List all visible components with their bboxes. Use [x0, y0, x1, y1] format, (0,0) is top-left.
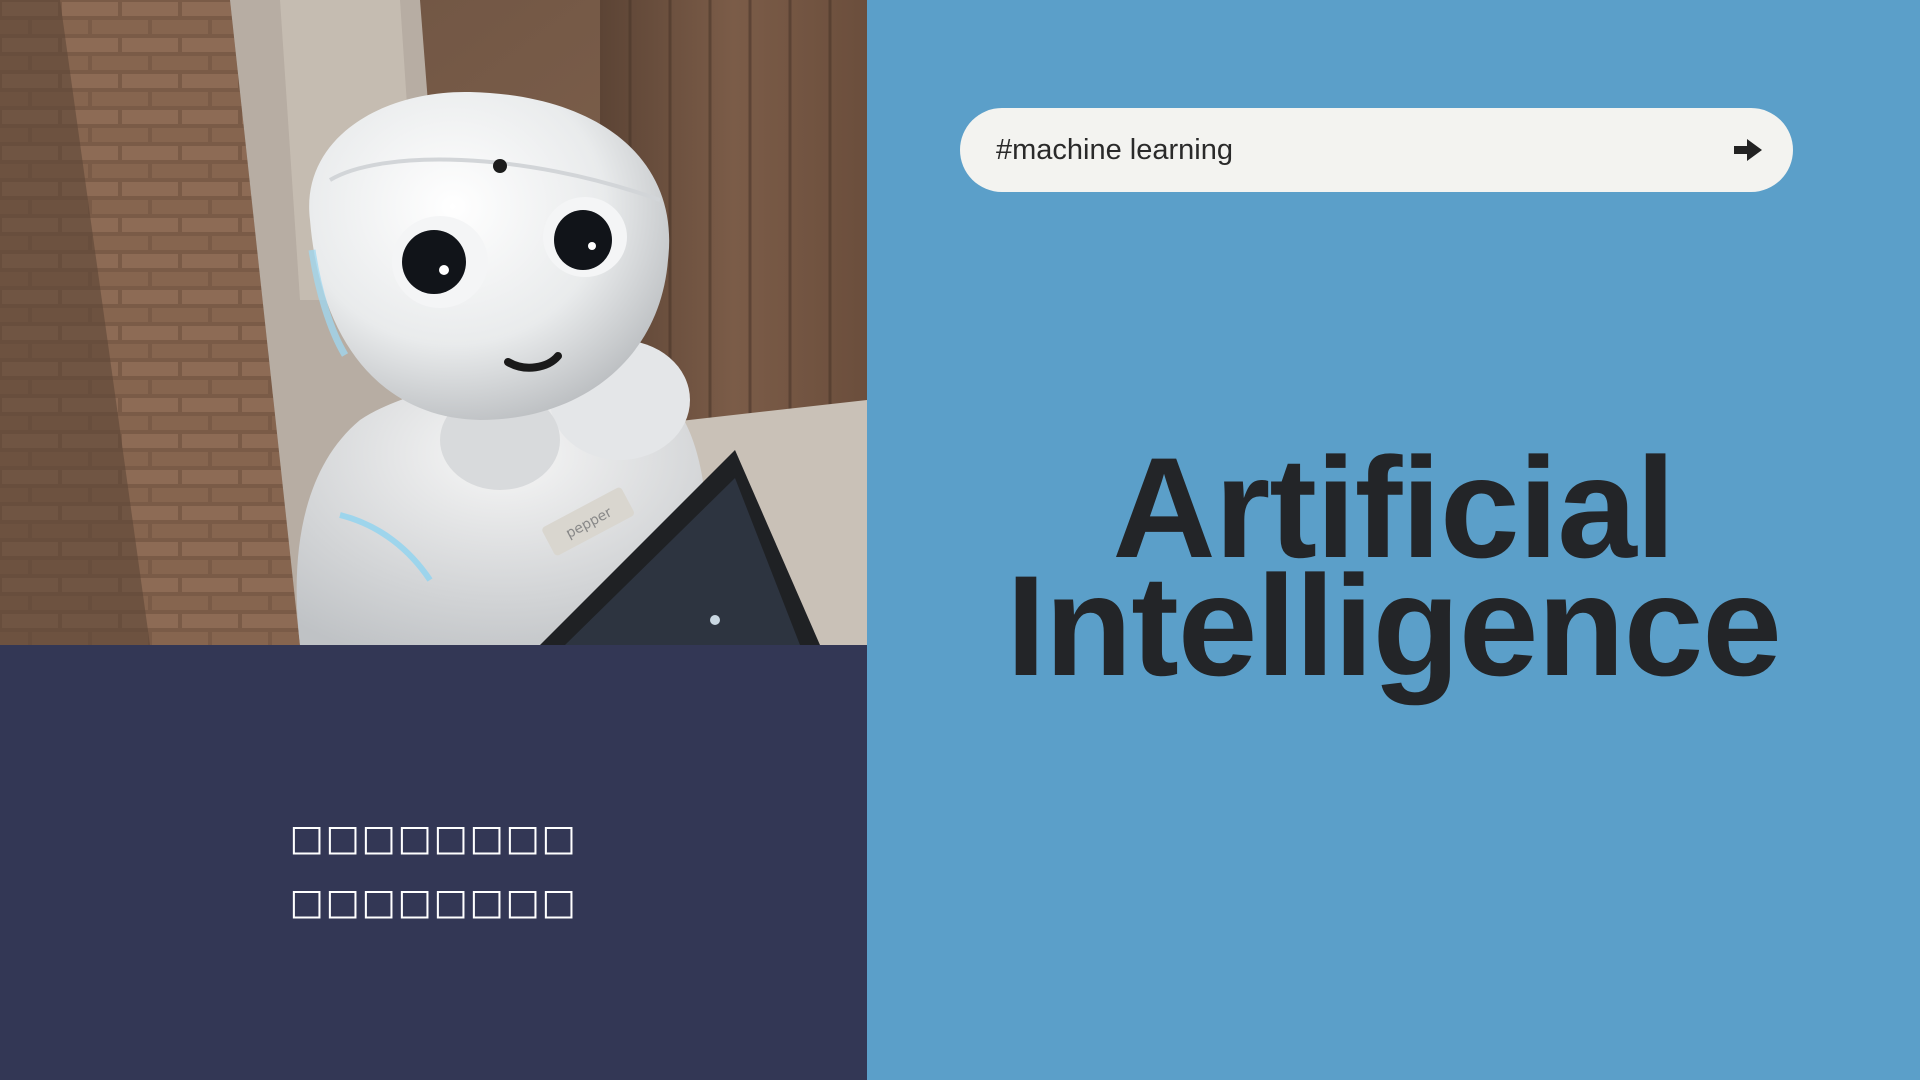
robot-photo: pepper [0, 0, 867, 645]
headline-line-2: Intelligence [1006, 547, 1782, 706]
search-query-text[interactable]: #machine learning [996, 134, 1233, 167]
left-panel: pepper □□□□□□□□ □□□□□□□□ [0, 0, 867, 1080]
caption-line-1: □□□□□□□□ [289, 818, 578, 859]
caption-block: □□□□□□□□ □□□□□□□□ [0, 645, 867, 1080]
caption-text: □□□□□□□□ □□□□□□□□ [0, 807, 867, 935]
caption-line-2: □□□□□□□□ [289, 882, 578, 923]
headline: Artificial Intelligence [867, 437, 1920, 706]
search-bar[interactable]: #machine learning [960, 108, 1793, 192]
arrow-right-icon[interactable] [1733, 138, 1763, 162]
right-panel: #machine learning Artificial Intelligenc… [867, 0, 1920, 1080]
